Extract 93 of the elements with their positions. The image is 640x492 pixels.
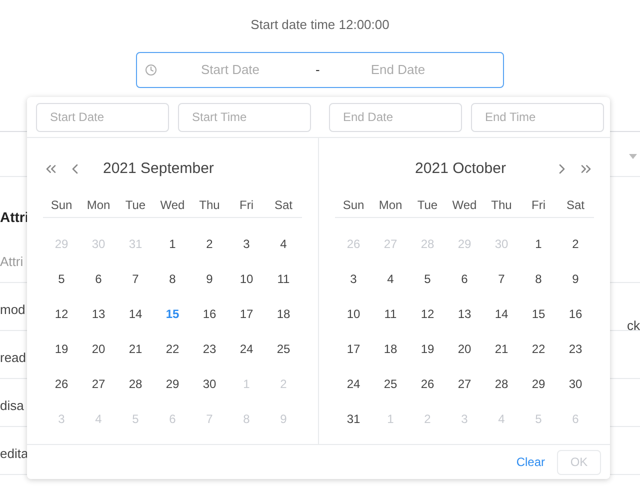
day-cell[interactable]: 9 [572, 270, 579, 288]
day-cell[interactable]: 5 [424, 270, 431, 288]
day-cell[interactable]: 7 [132, 270, 139, 288]
day-cell[interactable]: 22 [166, 340, 180, 358]
month-title: 2021 October [415, 158, 507, 179]
weekday-label: Mon [378, 197, 404, 214]
day-cell[interactable]: 29 [532, 374, 546, 392]
clock-icon [145, 64, 157, 76]
caret-icon [629, 154, 637, 159]
day-cell[interactable]: 25 [384, 374, 398, 392]
picker-input[interactable]: Start Date [36, 102, 169, 132]
day-cell[interactable]: 11 [384, 304, 397, 322]
day-cell[interactable]: 17 [240, 304, 254, 322]
day-cell[interactable]: 14 [494, 304, 508, 322]
day-cell[interactable]: 19 [54, 340, 68, 358]
weekday-label: Sat [273, 197, 294, 214]
day-cell[interactable]: 18 [384, 340, 398, 358]
row-value: ck [627, 317, 640, 335]
day-cell[interactable]: 29 [166, 374, 180, 392]
day-cell[interactable]: 12 [54, 304, 68, 322]
day-cell[interactable]: 24 [240, 340, 254, 358]
day-cell[interactable]: 18 [276, 304, 290, 322]
weekday-label: Thu [490, 197, 513, 214]
day-cell[interactable]: 17 [346, 340, 360, 358]
day-cell[interactable]: 12 [420, 304, 434, 322]
date-range-field[interactable]: Start Date - End Date [136, 52, 504, 88]
day-cell[interactable]: 30 [568, 374, 582, 392]
day-cell[interactable]: 22 [532, 340, 546, 358]
day-cell[interactable]: 19 [420, 340, 434, 358]
day-cell[interactable]: 21 [128, 340, 142, 358]
day-cell[interactable]: 1 [169, 234, 176, 252]
day-cell[interactable]: 5 [58, 270, 65, 288]
row-label: edita [0, 445, 28, 463]
day-cell[interactable]: 16 [568, 304, 582, 322]
picker-input[interactable]: End Time [471, 102, 604, 132]
day-cell[interactable]: 23 [568, 340, 582, 358]
day-cell[interactable]: 25 [276, 340, 290, 358]
day-cell[interactable]: 6 [95, 270, 102, 288]
day-cell[interactable]: 8 [535, 270, 542, 288]
day-cell[interactable]: 1 [535, 234, 542, 252]
day-cell[interactable]: 26 [54, 374, 68, 392]
day-cell[interactable]: 20 [458, 340, 472, 358]
heading: Start date time 12:00:00 [250, 16, 390, 34]
month-title: 2021 September [103, 158, 214, 179]
picker-input[interactable]: Start Time [178, 102, 311, 132]
weekday-label: Tue [124, 197, 147, 214]
day-cell[interactable]: 13 [458, 304, 472, 322]
day-cell[interactable]: 20 [92, 340, 106, 358]
day-cell[interactable]: 14 [128, 304, 142, 322]
weekday-label: Thu [198, 197, 221, 214]
day-cell[interactable]: 8 [169, 270, 176, 288]
picker-input[interactable]: End Date [329, 102, 462, 132]
start-date-placeholder: Start Date [201, 60, 260, 79]
weekday-label: Tue [416, 197, 439, 214]
day-cell[interactable]: 13 [92, 304, 106, 322]
weekday-label: Mon [86, 197, 112, 214]
day-cell[interactable]: 21 [494, 340, 508, 358]
day-cell[interactable]: 28 [494, 374, 508, 392]
row-label: mod [0, 301, 26, 319]
day-cell[interactable]: 24 [346, 374, 360, 392]
day-cell[interactable]: 27 [92, 374, 106, 392]
day-cell[interactable]: 16 [202, 304, 216, 322]
day-cell[interactable]: 26 [420, 374, 434, 392]
weekday-label: Sat [565, 197, 586, 214]
day-cell[interactable]: 28 [128, 374, 142, 392]
weekday-label: Wed [451, 197, 478, 214]
day-cell[interactable]: 6 [461, 270, 468, 288]
row-label: disa [0, 397, 24, 415]
row-sublabel: Attri [0, 253, 24, 271]
day-cell[interactable]: 3 [350, 270, 357, 288]
weekday-label: Sun [342, 197, 366, 214]
day-cell[interactable]: 30 [202, 374, 216, 392]
day-cell[interactable]: 27 [458, 374, 472, 392]
day-cell[interactable]: 11 [277, 270, 290, 288]
day-cell[interactable]: 2 [572, 234, 579, 252]
day-cell[interactable]: 2 [206, 234, 213, 252]
row-label: read [0, 349, 26, 367]
weekday-label: Fri [238, 197, 254, 214]
day-cell[interactable]: 31 [346, 410, 360, 428]
day-cell[interactable]: 3 [243, 234, 250, 252]
day-cell[interactable]: 4 [387, 270, 394, 288]
weekday-label: Fri [530, 197, 546, 214]
weekday-label: Sun [50, 197, 74, 214]
day-cell[interactable]: 10 [346, 304, 360, 322]
range-separator: - [316, 60, 320, 79]
day-cell[interactable]: 23 [202, 340, 216, 358]
day-cell[interactable]: 4 [280, 234, 287, 252]
day-cell[interactable]: 9 [206, 270, 213, 288]
weekday-label: Wed [159, 197, 186, 214]
day-cell[interactable]: 15 [532, 304, 546, 322]
day-cell[interactable]: 10 [240, 270, 254, 288]
end-date-placeholder: End Date [370, 60, 426, 79]
day-cell[interactable]: 7 [498, 270, 505, 288]
